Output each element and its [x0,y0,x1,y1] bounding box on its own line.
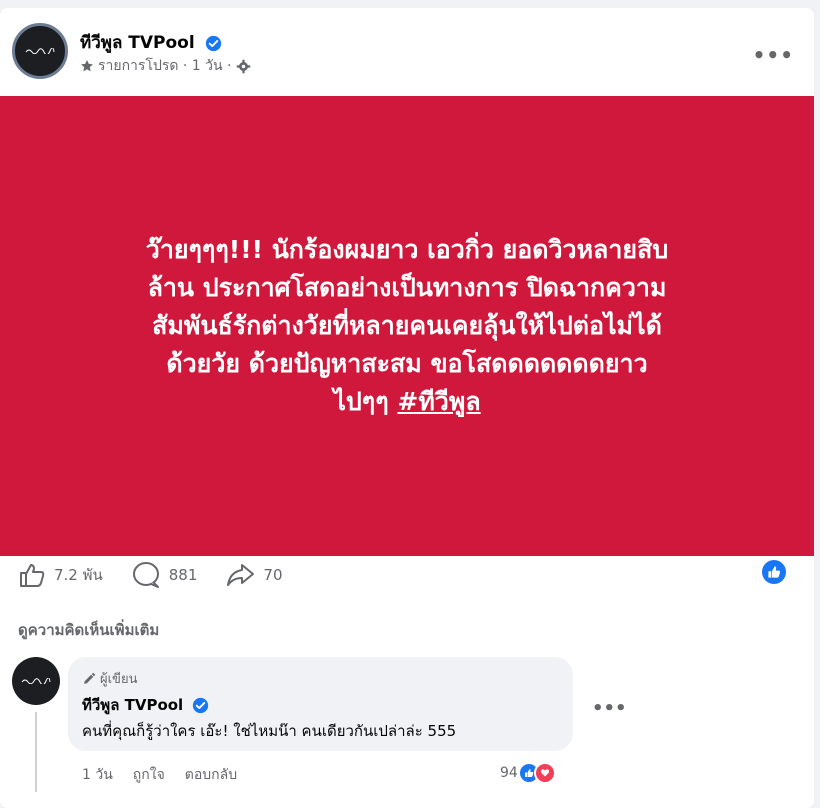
comment-reaction-count: 94 [500,765,518,781]
comment-text: คนที่คุณก็รู้ว่าใคร เอ๊ะ! ใช่ไหมน๊า คนเด… [82,722,457,740]
comment-reply-action[interactable]: ตอบกลับ [185,764,237,786]
author-badge: ผู้เขียน [82,668,137,689]
like-icon [20,564,45,587]
post-more-button[interactable]: ••• [753,43,794,67]
comment-icon [132,562,159,588]
post-subline: รายการโปรด · 1 วัน · [80,55,251,77]
view-more-comments[interactable]: ดูความคิดเห็นเพิ่มเติม [18,618,159,642]
comment-author[interactable]: ทีวีพูล TVPool [82,693,209,717]
share-icon [227,564,255,586]
verified-icon [205,35,221,51]
comment-stat[interactable]: 881 [131,561,198,589]
love-reaction-icon [533,762,556,784]
gear-icon[interactable] [236,59,251,74]
share-stat[interactable]: 70 [225,562,283,588]
comment-like-action[interactable]: ถูกใจ [133,764,165,786]
banner-line-last: ไปๆๆ #ทีวีพูล [47,383,767,421]
comment-actions: 1 วัน ถูกใจ ตอบกลับ [82,764,237,786]
banner-line: ว๊ายๆๆๆ!!! นักร้องผมยาว เอวกิ่ว ยอดวิวหล… [145,235,669,264]
comment-bubble: ผู้เขียน ทีวีพูล TVPool คนที่คุณก็รู้ว่า… [68,657,573,751]
banner-line-prefix: ไปๆๆ [333,387,398,416]
comment-count: 881 [168,566,198,584]
post-stats: 7.2 พัน 881 70 [18,560,802,590]
banner-text: ว๊ายๆๆๆ!!! นักร้องผมยาว เอวกิ่ว ยอดวิวหล… [47,231,767,421]
author-badge-label: ผู้เขียน [100,672,138,687]
verified-icon [193,697,209,714]
logo-scribble [21,678,51,684]
comment-reactions[interactable]: 94 [500,762,556,784]
pencil-icon [84,672,96,684]
post-header: ทีวีพูล TVPool รายการโปรด · 1 วัน · ••• [12,23,814,83]
share-count: 70 [263,566,283,584]
star-icon [81,60,93,72]
page-avatar[interactable] [12,23,68,79]
post-banner[interactable]: ว๊ายๆๆๆ!!! นักร้องผมยาว เอวกิ่ว ยอดวิวหล… [0,96,814,556]
page-name-text[interactable]: ทีวีพูล TVPool [80,33,195,53]
comment-avatar[interactable] [12,657,60,705]
logo-scribble [25,48,55,54]
banner-line: สัมพันธ์รักต่างวัยที่หลายคนเคยลุ้นให้ไปต… [152,311,662,340]
comment-author-text[interactable]: ทีวีพูล TVPool [82,696,183,714]
thread-line [35,712,37,792]
page-name[interactable]: ทีวีพูล TVPool [80,29,222,56]
banner-hashtag[interactable]: #ทีวีพูล [397,387,480,416]
like-stat[interactable]: 7.2 พัน [18,562,103,588]
comment-time[interactable]: 1 วัน [82,764,113,786]
banner-line: ล้าน ประกาศโสดอย่างเป็นทางการ ปิดฉากความ [147,273,667,302]
post-meta-text: รายการโปรด · 1 วัน · [98,58,232,74]
comment-more-button[interactable]: ••• [592,698,627,719]
banner-line: ด้วยวัย ด้วยปัญหาสะสม ขอโสดดดดดดดยาว [166,349,648,378]
thumbs-up-icon [768,566,781,578]
like-count: 7.2 พัน [54,566,103,584]
like-reaction-bubble[interactable] [762,560,786,584]
